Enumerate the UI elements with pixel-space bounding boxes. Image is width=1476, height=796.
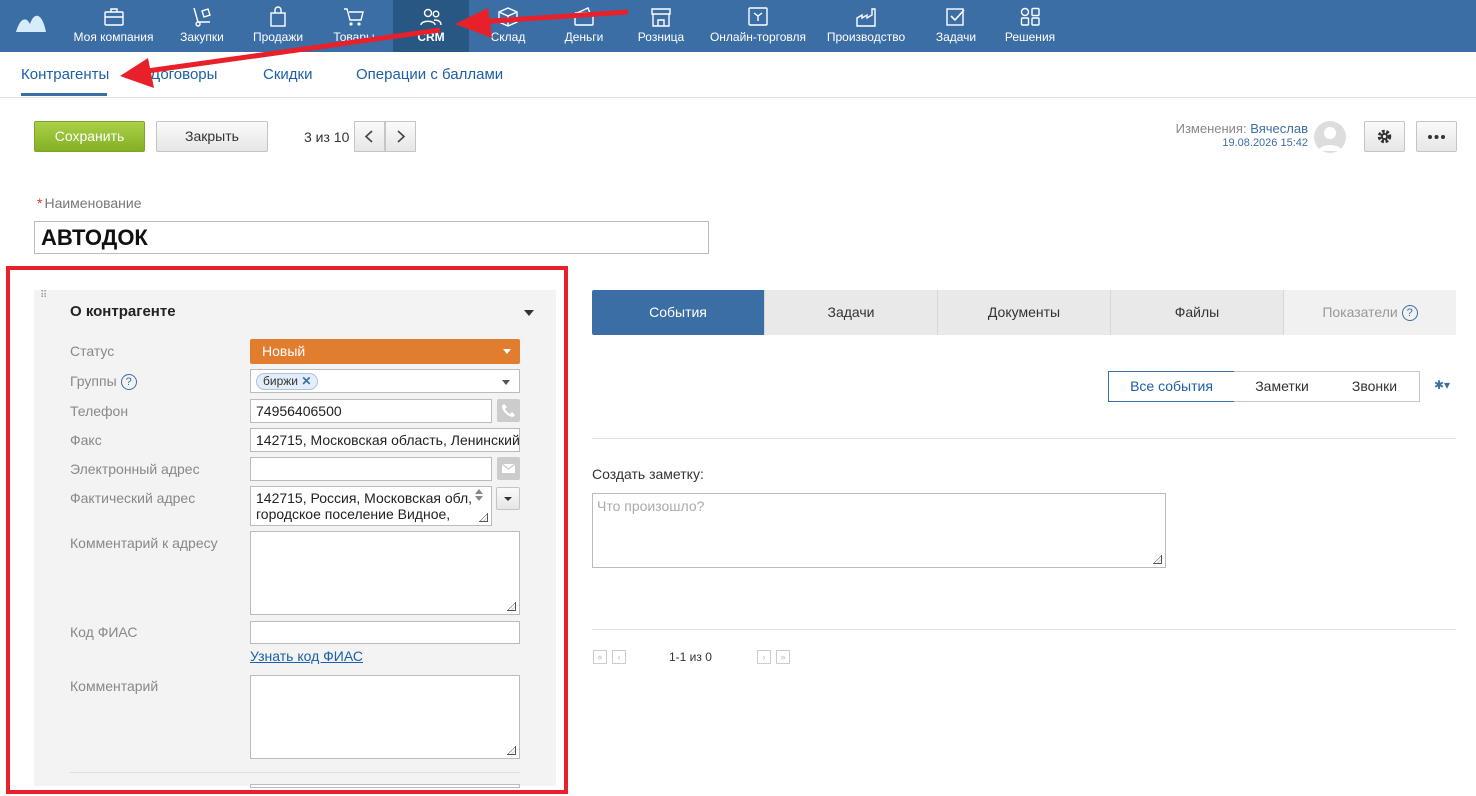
highlight-frame xyxy=(6,266,568,794)
nav-item-warehouse[interactable]: Склад xyxy=(476,0,540,52)
avatar[interactable] xyxy=(1314,121,1346,153)
close-button[interactable]: Закрыть xyxy=(156,121,268,152)
nav-item-crm[interactable]: CRM xyxy=(393,0,469,52)
people-icon xyxy=(420,8,442,26)
nav-label: Закупки xyxy=(180,30,224,44)
chevron-left-icon xyxy=(364,130,373,143)
nav-label: Задачи xyxy=(935,30,977,44)
gear-icon xyxy=(1377,129,1392,144)
nav-item-retail[interactable]: Розница xyxy=(628,0,694,52)
nav-label: Продажи xyxy=(252,30,304,44)
user-avatar-icon xyxy=(1318,127,1342,151)
changes-label: Изменения: xyxy=(1175,121,1247,136)
nav-label: CRM xyxy=(417,30,445,44)
top-navigation: Моя компания Закупки Продажи Товары CRM … xyxy=(0,0,1476,52)
shopping-cart-icon xyxy=(344,8,364,26)
tab-files[interactable]: Файлы xyxy=(1111,290,1284,335)
nav-label: Производство xyxy=(826,30,906,44)
nav-item-money[interactable]: Деньги xyxy=(552,0,616,52)
nav-item-my-company[interactable]: Моя компания xyxy=(64,0,163,52)
changes-date: 19.08.2026 15:42 xyxy=(1222,137,1308,149)
name-label: * Наименование xyxy=(37,195,142,211)
changes-info: Изменения: Вячеслав 19.08.2026 15:42 xyxy=(1176,121,1308,149)
logo-icon[interactable] xyxy=(14,10,48,34)
last-page-icon[interactable]: » xyxy=(776,650,790,664)
checkbox-icon xyxy=(946,8,965,26)
divider xyxy=(592,438,1456,439)
tab-events[interactable]: События xyxy=(592,290,765,335)
filter-settings-icon[interactable]: ✱▾ xyxy=(1434,378,1450,392)
online-store-icon xyxy=(748,7,768,26)
nav-label: Товары xyxy=(333,30,375,44)
tab-bonus-operations[interactable]: Операции с баллами xyxy=(356,66,503,83)
nav-label: Онлайн-торговля xyxy=(709,30,807,44)
chevron-right-icon xyxy=(397,130,406,143)
changes-user[interactable]: Вячеслав xyxy=(1250,121,1308,136)
nav-label: Склад xyxy=(490,30,526,44)
more-button[interactable] xyxy=(1416,121,1457,152)
active-tab-underline xyxy=(21,93,107,96)
create-note-label: Создать заметку: xyxy=(592,466,704,482)
events-range: 1-1 из 0 xyxy=(669,650,712,664)
apps-grid-icon xyxy=(1020,7,1040,26)
tab-tasks[interactable]: Задачи xyxy=(765,290,938,335)
filter-notes[interactable]: Заметки xyxy=(1234,371,1331,402)
nav-item-tasks[interactable]: Задачи xyxy=(926,0,986,52)
box-icon xyxy=(498,7,518,27)
help-icon[interactable]: ? xyxy=(1401,305,1418,321)
settings-button[interactable] xyxy=(1364,121,1405,152)
tab-contracts[interactable]: Договоры xyxy=(150,66,217,83)
nav-label: Розница xyxy=(637,30,685,44)
nav-item-online-trade[interactable]: Онлайн-торговля xyxy=(702,0,814,52)
note-input[interactable]: Что произошло? xyxy=(592,493,1166,568)
sub-navigation: Контрагенты Договоры Скидки Операции с б… xyxy=(0,52,1476,98)
nav-label: Деньги xyxy=(564,30,604,44)
nav-item-solutions[interactable]: Решения xyxy=(998,0,1062,52)
nav-item-goods[interactable]: Товары xyxy=(320,0,388,52)
filter-calls[interactable]: Звонки xyxy=(1330,371,1420,402)
next-page-icon[interactable]: › xyxy=(757,650,771,664)
cart-dolly-icon xyxy=(193,7,211,27)
prev-record-button[interactable] xyxy=(354,121,385,152)
tab-discounts[interactable]: Скидки xyxy=(263,66,312,83)
save-button[interactable]: Сохранить xyxy=(34,121,145,152)
wallet-icon xyxy=(574,7,594,26)
resize-handle-icon[interactable] xyxy=(1153,555,1162,564)
nav-label: Моя компания xyxy=(73,30,154,44)
shopping-bag-icon xyxy=(270,6,286,27)
prev-page-icon[interactable]: ‹ xyxy=(612,650,626,664)
record-counter: 3 из 10 xyxy=(304,129,350,145)
name-field[interactable]: АВТОДОК xyxy=(34,221,709,254)
tab-counterparties[interactable]: Контрагенты xyxy=(21,66,109,83)
nav-item-sales[interactable]: Продажи xyxy=(244,0,312,52)
store-icon xyxy=(651,8,671,27)
next-record-button[interactable] xyxy=(385,121,416,152)
tab-indicators[interactable]: Показатели? xyxy=(1284,290,1456,335)
briefcase-icon xyxy=(103,8,124,26)
nav-item-purchases[interactable]: Закупки xyxy=(168,0,236,52)
tab-documents[interactable]: Документы xyxy=(938,290,1111,335)
nav-item-production[interactable]: Производство xyxy=(822,0,910,52)
more-dots-icon xyxy=(1428,135,1445,139)
first-page-icon[interactable]: « xyxy=(593,650,607,664)
divider xyxy=(592,629,1456,630)
filter-all-events[interactable]: Все события xyxy=(1108,371,1235,402)
factory-icon xyxy=(856,8,876,27)
nav-label: Решения xyxy=(1004,30,1056,44)
